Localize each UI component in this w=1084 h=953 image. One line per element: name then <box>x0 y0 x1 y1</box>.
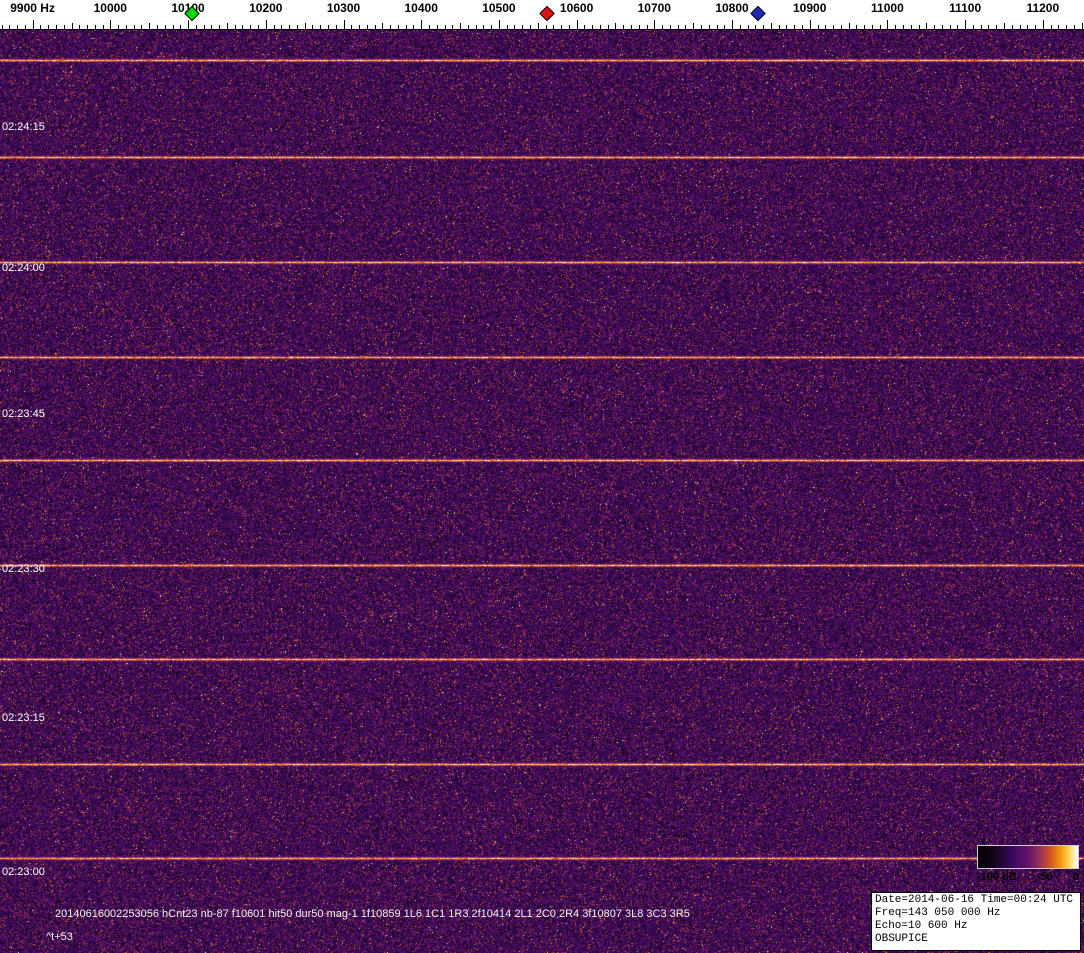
red-marker-icon[interactable] <box>539 6 555 22</box>
info-freq-line: Freq=143 050 000 Hz <box>875 907 1077 920</box>
blue-marker-icon[interactable] <box>750 6 766 22</box>
time-label: 02:24:15 <box>2 121 45 133</box>
colorbar-mid-label: -50 <box>1037 871 1053 883</box>
info-date-line: Date=2014-06-16 Time=00:24 UTC <box>875 894 1077 907</box>
time-label: 02:23:00 <box>2 866 45 878</box>
observation-info-box: Date=2014-06-16 Time=00:24 UTC Freq=143 … <box>871 892 1081 951</box>
freq-markers <box>0 0 1084 29</box>
time-label: 02:24:00 <box>2 262 45 274</box>
colorbar-min-label: -100 dB <box>977 871 1017 883</box>
colorbar-gradient <box>977 845 1079 869</box>
amplitude-colorbar: -100 dB -50 0 <box>977 845 1079 883</box>
spectrogram-window: 9900 Hz100001010010200103001040010500106… <box>0 0 1084 953</box>
event-detection-text: 20140616002253056 hCnt23 nb-87 f10601 hi… <box>55 908 690 920</box>
colorbar-max-label: 0 <box>1073 871 1079 883</box>
colorbar-labels: -100 dB -50 0 <box>977 871 1079 883</box>
info-station-line: OBSUPICE <box>875 933 1077 946</box>
time-label: 02:23:15 <box>2 712 45 724</box>
info-echo-line: Echo=10 600 Hz <box>875 920 1077 933</box>
spectrogram-waterfall[interactable] <box>0 30 1084 953</box>
time-label: 02:23:45 <box>2 408 45 420</box>
time-label: 02:23:30 <box>2 563 45 575</box>
green-marker-icon[interactable] <box>184 6 200 22</box>
cursor-readout-text: ^t+53 <box>46 931 73 943</box>
frequency-scale[interactable]: 9900 Hz100001010010200103001040010500106… <box>0 0 1084 30</box>
